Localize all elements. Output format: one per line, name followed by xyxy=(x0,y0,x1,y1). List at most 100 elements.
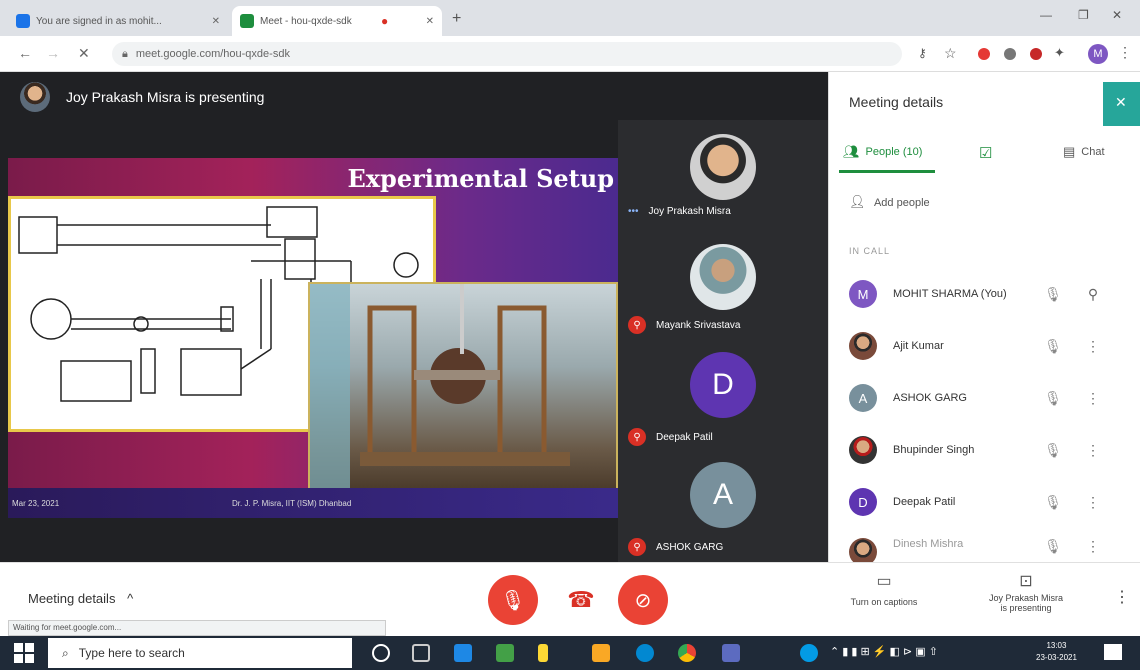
mic-off-icon: 🎙︎ xyxy=(500,589,526,612)
tab-title: Meet - hou-qxde-sdk xyxy=(260,15,352,27)
participant-name: MOHIT SHARMA (You) xyxy=(893,288,1007,300)
docs-favicon-icon xyxy=(16,14,30,28)
add-people-button[interactable]: 👤︎ Add people xyxy=(849,194,930,210)
participant-row[interactable]: D Deepak Patil 🎙︎ ⋮ xyxy=(829,476,1140,528)
taskbar-search-box[interactable]: ⌕ Type here to search xyxy=(48,638,352,668)
mic-off-icon[interactable]: 🎙︎ xyxy=(1033,390,1073,407)
minimize-icon[interactable]: — xyxy=(1040,8,1052,22)
mic-off-icon[interactable]: 🎙︎ xyxy=(1033,286,1073,303)
browser-tab-strip: You are signed in as mohit... ✕ Meet - h… xyxy=(0,0,1140,36)
participant-name: Ajit Kumar xyxy=(893,340,944,352)
hang-up-icon: ☎︎ xyxy=(567,587,595,612)
menu-kebab-icon[interactable]: ⋮ xyxy=(1118,44,1132,61)
star-icon[interactable]: ☆ xyxy=(944,45,957,62)
chrome-icon[interactable] xyxy=(678,644,696,662)
participant-name: ASHOK GARG xyxy=(656,541,724,553)
system-tray-icons[interactable]: ⌃ ▮ ▮ ⊞ ⚡ ◧ ⊳ ▣ ⇧ xyxy=(830,645,938,658)
browser-toolbar: ← → ✕ 🔒︎ meet.google.com/hou-qxde-sdk ⚷ … xyxy=(0,36,1140,72)
task-view-icon[interactable] xyxy=(412,644,430,662)
back-icon[interactable]: ← xyxy=(18,45,32,61)
browser-status-bar: Waiting for meet.google.com... xyxy=(8,620,386,636)
active-tab-indicator xyxy=(839,170,935,173)
camera-toggle-button[interactable]: ⊘ xyxy=(618,575,668,625)
mic-off-icon[interactable]: 🎙︎ xyxy=(1033,538,1073,555)
teams-icon[interactable] xyxy=(722,644,740,662)
extension-icon[interactable] xyxy=(978,48,990,60)
meeting-details-label: Meeting details xyxy=(28,591,116,606)
panel-close-button[interactable]: ✕ xyxy=(1103,82,1140,126)
browser-tab-active[interactable]: Meet - hou-qxde-sdk ● ✕ xyxy=(232,6,442,36)
apparatus-photo-drawing xyxy=(310,284,570,490)
browser-tab[interactable]: You are signed in as mohit... ✕ xyxy=(8,6,228,36)
maximize-icon[interactable]: ❐ xyxy=(1078,8,1089,22)
presenting-label-1: Joy Prakash Misra xyxy=(988,593,1064,603)
app-icon[interactable] xyxy=(800,644,818,662)
slide-footer-author: Dr. J. P. Misra, IIT (ISM) Dhanbad xyxy=(232,498,352,508)
participant-row[interactable]: M MOHIT SHARMA (You) 🎙︎ ⚲ xyxy=(829,268,1140,320)
participant-tile[interactable]: ••• Joy Prakash Misra xyxy=(618,120,828,230)
key-icon[interactable]: ⚷ xyxy=(918,46,927,60)
chevron-up-icon: ^ xyxy=(127,591,134,606)
captions-button[interactable]: ▭ Turn on captions xyxy=(834,571,934,607)
app-icon[interactable] xyxy=(538,644,548,662)
close-tab-icon[interactable]: ✕ xyxy=(204,16,220,27)
app-icon[interactable] xyxy=(496,644,514,662)
participant-row[interactable]: Ajit Kumar 🎙︎ ⋮ xyxy=(829,320,1140,372)
participant-avatar xyxy=(849,436,877,464)
meeting-details-toggle[interactable]: Meeting details ^ xyxy=(28,591,133,606)
new-tab-icon[interactable]: + xyxy=(452,10,461,28)
mic-off-icon[interactable]: 🎙︎ xyxy=(1033,442,1073,459)
stop-icon[interactable]: ✕ xyxy=(78,45,90,62)
participant-tile[interactable]: A ⚲ ASHOK GARG xyxy=(618,450,828,560)
participant-row[interactable]: Dinesh Mishra 🎙︎ ⋮ xyxy=(829,528,1140,562)
participant-row[interactable]: Bhupinder Singh 🎙︎ ⋮ xyxy=(829,424,1140,476)
presenting-button[interactable]: ⊡ Joy Prakash Misra is presenting xyxy=(966,571,1086,613)
leave-call-button[interactable]: ☎︎ xyxy=(556,575,606,625)
participant-row[interactable]: A ASHOK GARG 🎙︎ ⋮ xyxy=(829,372,1140,424)
more-options-icon[interactable]: ⋮ xyxy=(1073,538,1113,555)
add-people-label: Add people xyxy=(873,197,930,209)
cortana-icon[interactable] xyxy=(372,644,390,662)
lock-icon: 🔒︎ xyxy=(122,47,128,60)
meeting-stage: Joy Prakash Misra is presenting Experime… xyxy=(0,72,828,562)
notification-icon[interactable] xyxy=(1104,644,1122,660)
close-tab-icon[interactable]: ✕ xyxy=(418,16,434,27)
more-options-icon[interactable]: ⋮ xyxy=(1073,338,1113,355)
participant-tiles: ••• Joy Prakash Misra ⚲ Mayank Srivastav… xyxy=(618,120,828,562)
extension-icon[interactable] xyxy=(1004,48,1016,60)
taskbar-clock[interactable]: 13:03 23-03-2021 xyxy=(1036,640,1077,664)
tab-people[interactable]: 👥︎ People (10) xyxy=(843,144,922,160)
forward-icon[interactable]: → xyxy=(46,45,60,61)
participant-avatar: A xyxy=(690,462,756,528)
captions-icon: ▭ xyxy=(876,573,892,590)
more-options-icon[interactable]: ⋮ xyxy=(1073,390,1113,407)
clock-date: 23-03-2021 xyxy=(1036,653,1077,662)
participant-avatar: D xyxy=(849,488,877,516)
more-options-icon[interactable]: ⋮ xyxy=(1073,442,1113,459)
profile-avatar[interactable]: M xyxy=(1088,44,1108,64)
participant-avatar xyxy=(690,244,756,310)
tab-activities[interactable]: ☑ xyxy=(979,144,992,162)
participant-tile[interactable]: D ⚲ Deepak Patil xyxy=(618,340,828,450)
present-screen-icon: ⊡ xyxy=(1019,573,1033,590)
mic-toggle-button[interactable]: 🎙︎ xyxy=(488,575,538,625)
puzzle-icon[interactable]: ✦ xyxy=(1054,45,1065,61)
shared-slide: Experimental Setup Mar 23, 2021 Dr. J. P… xyxy=(8,158,618,518)
participant-tile[interactable]: ⚲ Mayank Srivastava xyxy=(618,230,828,340)
more-options-icon[interactable]: ⋮ xyxy=(1073,494,1113,511)
tab-chat[interactable]: ▤ Chat xyxy=(1063,144,1105,160)
close-window-icon[interactable]: ✕ xyxy=(1112,8,1122,22)
mail-icon[interactable] xyxy=(454,644,472,662)
address-bar[interactable]: 🔒︎ meet.google.com/hou-qxde-sdk xyxy=(112,42,902,66)
captions-label: Turn on captions xyxy=(850,597,918,607)
edge-icon[interactable] xyxy=(636,644,654,662)
windows-start-icon[interactable] xyxy=(14,643,34,663)
participant-name: Joy Prakash Misra xyxy=(648,206,731,217)
mic-off-icon[interactable]: 🎙︎ xyxy=(1033,494,1073,511)
mic-off-icon[interactable]: 🎙︎ xyxy=(1033,338,1073,355)
pin-icon[interactable]: ⚲ xyxy=(1073,286,1113,303)
more-options-icon[interactable]: ⋮ xyxy=(1114,587,1130,607)
windows-taskbar: ⌕ Type here to search ⌃ ▮ ▮ ⊞ ⚡ ◧ ⊳ ▣ ⇧ … xyxy=(0,636,1140,670)
extension-icon[interactable] xyxy=(1030,48,1042,60)
file-explorer-icon[interactable] xyxy=(592,644,610,662)
